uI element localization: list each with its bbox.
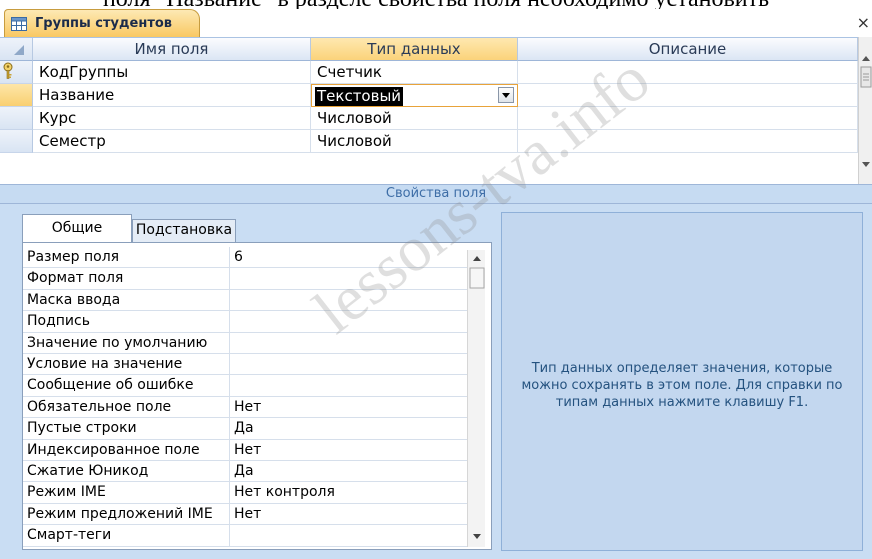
property-value[interactable] (229, 268, 234, 289)
property-row[interactable]: Режим предложений IME Нет (23, 503, 471, 526)
grid-corner[interactable] (0, 38, 33, 61)
property-label: Маска ввода (27, 291, 121, 308)
property-row[interactable]: Условие на значение (23, 354, 471, 376)
column-header-field-name[interactable]: Имя поля (33, 38, 311, 61)
field-name-cell[interactable]: Курс (33, 107, 311, 130)
row-selector[interactable] (0, 107, 33, 130)
data-type-cell[interactable]: Счетчик (311, 61, 518, 84)
property-row[interactable]: Сообщение об ошибке (23, 375, 471, 397)
field-name-cell[interactable]: КодГруппы (33, 61, 311, 84)
property-label: Сообщение об ошибке (27, 377, 194, 394)
help-text: Тип данных определяет значения, которые … (521, 361, 843, 410)
close-icon[interactable]: × (857, 13, 870, 32)
property-value[interactable] (229, 525, 234, 546)
document-tab[interactable]: Группы студентов (4, 9, 200, 37)
property-value[interactable]: 6 (229, 247, 243, 268)
property-label: Условие на значение (27, 356, 183, 372)
data-type-cell[interactable]: Числовой (311, 107, 518, 130)
property-label: Обязательное поле (27, 398, 172, 415)
table-icon (11, 16, 27, 31)
data-type-dropdown[interactable]: Текстовый (311, 84, 518, 107)
grid-vertical-scrollbar[interactable] (858, 37, 872, 184)
property-label: Индексированное поле (27, 441, 200, 458)
property-row[interactable]: Индексированное поле Нет (23, 439, 471, 461)
field-name-cell[interactable]: Семестр (33, 130, 311, 153)
row-selector[interactable] (0, 130, 33, 153)
document-tab-title: Группы студентов (35, 16, 173, 31)
row-selector[interactable] (0, 61, 33, 84)
property-value[interactable] (229, 289, 234, 311)
property-row[interactable]: Смарт-теги (23, 525, 471, 547)
property-value[interactable]: Нет контроля (229, 482, 335, 503)
property-value[interactable]: Нет (229, 439, 261, 460)
property-label: Формат поля (27, 270, 124, 287)
column-header-description[interactable]: Описание (518, 38, 858, 61)
property-row[interactable]: Сжатие Юникод Да (23, 461, 471, 483)
data-type-selected-value: Текстовый (315, 87, 404, 106)
column-header-data-type[interactable]: Тип данных (311, 38, 518, 61)
property-label: Режим IME (27, 484, 106, 501)
field-design-grid: Имя поля Тип данных Описание КодГруппы С… (0, 37, 872, 185)
tab-lookup[interactable]: Подстановка (132, 219, 236, 242)
properties-vertical-scrollbar[interactable] (467, 250, 485, 547)
property-row[interactable]: Подпись (23, 311, 471, 333)
property-row[interactable]: Значение по умолчанию (23, 332, 471, 354)
property-value[interactable] (229, 311, 234, 332)
property-value[interactable] (229, 332, 234, 353)
property-row[interactable]: Режим IME Нет контроля (23, 482, 471, 504)
property-label: Значение по умолчанию (27, 334, 208, 351)
property-label: Режим предложений IME (27, 505, 213, 522)
property-value[interactable]: Нет (229, 503, 261, 525)
property-value[interactable]: Нет (229, 396, 261, 418)
property-label: Пустые строки (27, 420, 137, 437)
property-label: Смарт-теги (27, 527, 112, 544)
property-label: Подпись (27, 313, 90, 330)
property-label: Размер поля (27, 249, 120, 265)
property-value[interactable] (229, 354, 234, 375)
property-value[interactable] (229, 375, 234, 396)
help-panel: Тип данных определяет значения, которые … (501, 212, 863, 551)
property-row[interactable]: Обязательное поле Нет (23, 396, 471, 419)
property-label: Сжатие Юникод (27, 463, 149, 479)
tab-general[interactable]: Общие (22, 214, 132, 242)
chevron-down-icon[interactable] (498, 87, 514, 103)
field-name-cell[interactable]: Название (33, 84, 311, 107)
property-value[interactable]: Да (229, 418, 254, 439)
row-selector-current[interactable] (0, 84, 33, 107)
primary-key-icon (3, 62, 13, 79)
property-row[interactable]: Пустые строки Да (23, 418, 471, 440)
property-value[interactable]: Да (229, 461, 254, 482)
